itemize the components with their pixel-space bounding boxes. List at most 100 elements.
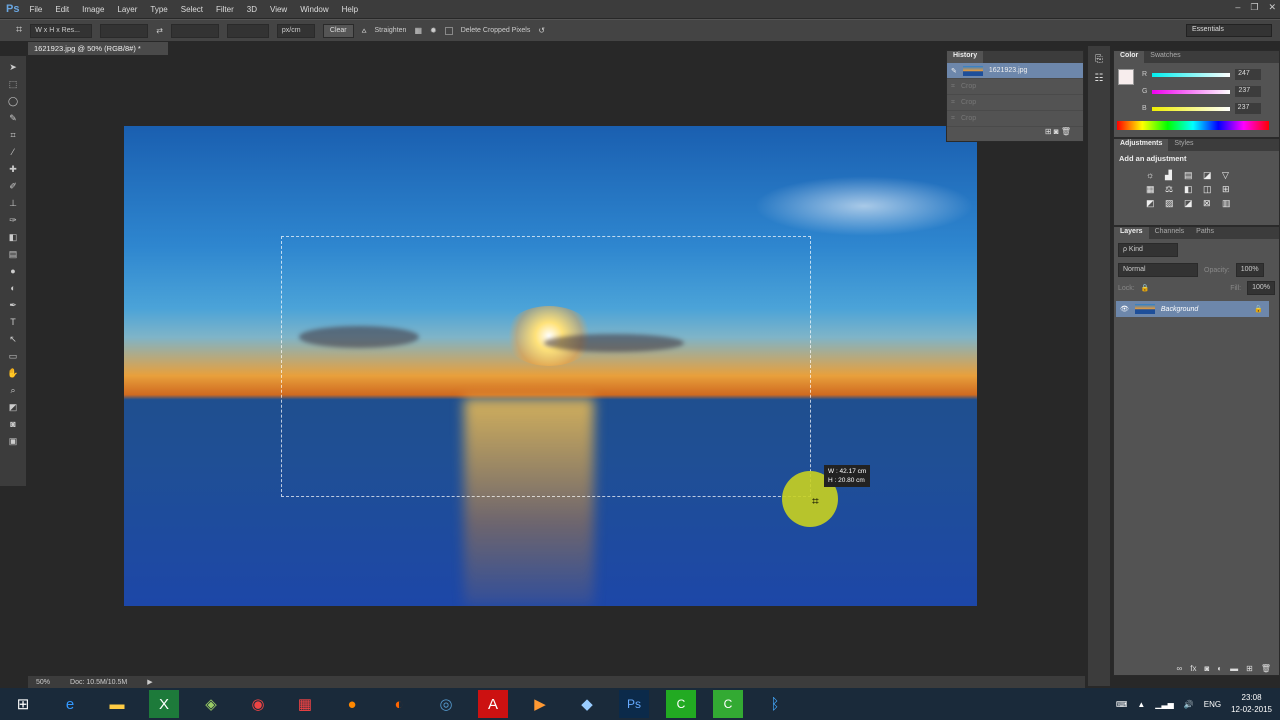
move-tool-icon[interactable]: ➤	[9, 60, 17, 74]
menu-3d[interactable]: 3D	[247, 5, 257, 14]
hue-saturation-icon[interactable]: ▦	[1146, 184, 1162, 195]
chrome-icon[interactable]: ◉	[243, 690, 273, 718]
acrobat-icon[interactable]: A	[478, 690, 508, 718]
zoom-tool-icon[interactable]: ⌕	[10, 383, 15, 397]
photoshop-taskbar-icon[interactable]: Ps	[619, 690, 649, 718]
tab-layers[interactable]: Layers	[1114, 227, 1149, 239]
type-tool-icon[interactable]: T	[10, 315, 16, 329]
width-input[interactable]	[100, 23, 149, 38]
folder-icon[interactable]: ▬	[1230, 664, 1238, 673]
start-icon[interactable]: ⊞	[8, 690, 38, 718]
properties-dock-icon[interactable]: ☷	[1088, 73, 1110, 84]
straighten-button[interactable]: Straighten	[375, 27, 407, 34]
color-balance-icon[interactable]: ⚖	[1165, 184, 1181, 195]
reset-icon[interactable]: ↺	[538, 26, 545, 35]
posterize-icon[interactable]: ▨	[1165, 198, 1181, 209]
eraser-tool-icon[interactable]: ◧	[9, 230, 18, 244]
app-icon[interactable]: ◈	[196, 690, 226, 718]
document-tab[interactable]: 1621923.jpg @ 50% (RGB/8#) *	[28, 42, 168, 55]
menu-view[interactable]: View	[270, 5, 287, 14]
resolution-input[interactable]	[226, 23, 269, 38]
height-input[interactable]	[170, 23, 219, 38]
tab-history[interactable]: History	[947, 51, 984, 63]
gradient-map-icon[interactable]: ⊠	[1203, 198, 1219, 209]
levels-icon[interactable]: ▟	[1165, 170, 1181, 181]
trash-icon[interactable]: 🗑	[1061, 127, 1071, 136]
clock[interactable]: 23:08 12-02-2015	[1231, 692, 1272, 716]
selective-color-icon[interactable]: ▥	[1222, 198, 1238, 209]
maximize-icon[interactable]: ❐	[1250, 2, 1258, 13]
marquee-tool-icon[interactable]: ⬚	[9, 77, 18, 91]
pen-tool-icon[interactable]: ✒	[9, 298, 17, 312]
excel-icon[interactable]: X	[149, 690, 179, 718]
zoom-level[interactable]: 50%	[36, 679, 50, 686]
menu-layer[interactable]: Layer	[117, 5, 137, 14]
exposure-icon[interactable]: ◪	[1203, 170, 1219, 181]
crop-tool-icon[interactable]: ⌗	[16, 24, 22, 37]
mask-icon[interactable]: ◙	[1204, 664, 1209, 673]
tab-channels[interactable]: Channels	[1149, 227, 1191, 239]
volume-icon[interactable]: 🔊	[1184, 700, 1194, 709]
curves-icon[interactable]: ▤	[1184, 170, 1200, 181]
stamp-tool-icon[interactable]: ⊥	[9, 196, 17, 210]
vibrance-icon[interactable]: ▽	[1222, 170, 1238, 181]
minimize-icon[interactable]: –	[1235, 2, 1240, 13]
quick-select-tool-icon[interactable]: ✎	[9, 111, 17, 125]
keyboard-icon[interactable]: ⌨	[1116, 700, 1128, 709]
workspace-select[interactable]: Essentials	[1186, 24, 1272, 37]
r-value[interactable]: 247	[1235, 69, 1262, 80]
clear-button[interactable]: Clear	[322, 23, 354, 38]
quick-mask-icon[interactable]: ◙	[10, 417, 15, 431]
lasso-tool-icon[interactable]: ◯	[8, 94, 18, 108]
blend-mode-select[interactable]: Normal	[1118, 263, 1198, 277]
media-icon[interactable]: ▶	[525, 690, 555, 718]
lock-icon[interactable]: 🔒	[1141, 284, 1150, 292]
document-canvas[interactable]: ⌗ W : 42.17 cm H : 20.80 cm	[124, 126, 977, 606]
g-value[interactable]: 237	[1235, 86, 1262, 97]
menu-filter[interactable]: Filter	[216, 5, 234, 14]
g-slider[interactable]	[1152, 89, 1231, 94]
close-icon[interactable]: ✕	[1268, 2, 1276, 13]
menu-select[interactable]: Select	[181, 5, 203, 14]
b-value[interactable]: 237	[1234, 103, 1261, 114]
menu-edit[interactable]: Edit	[55, 5, 69, 14]
gradient-tool-icon[interactable]: ▤	[9, 247, 18, 261]
history-brush-icon[interactable]: ✑	[9, 213, 17, 227]
new-document-icon[interactable]: ⊞	[1045, 127, 1052, 136]
delete-cropped-checkbox[interactable]	[444, 26, 453, 35]
history-item[interactable]: ⌗ Crop	[947, 79, 1083, 95]
bluetooth-icon[interactable]: ᛒ	[760, 690, 790, 718]
healing-tool-icon[interactable]: ✚	[9, 162, 17, 176]
color-spectrum[interactable]	[1117, 121, 1269, 130]
menu-file[interactable]: File	[29, 5, 42, 14]
history-snapshot[interactable]: ✎ 1621923.jpg	[947, 63, 1083, 79]
overlay-grid-icon[interactable]: ▦	[414, 26, 422, 35]
ie-icon[interactable]: e	[55, 690, 85, 718]
signal-icon[interactable]: ▁▃▅	[1155, 700, 1173, 709]
b-slider[interactable]	[1151, 106, 1230, 111]
camtasia-icon[interactable]: C	[666, 690, 696, 718]
gear-icon[interactable]: ✹	[430, 26, 437, 35]
dodge-tool-icon[interactable]: ◐	[10, 281, 15, 295]
explorer-icon[interactable]: ▬	[102, 690, 132, 718]
app-icon[interactable]: ◎	[431, 690, 461, 718]
brightness-icon[interactable]: ☼	[1146, 170, 1162, 181]
black-white-icon[interactable]: ◧	[1184, 184, 1200, 195]
layer-row-background[interactable]: 👁 Background 🔒	[1116, 301, 1269, 317]
firefox-icon[interactable]: ●	[337, 690, 367, 718]
history-item[interactable]: ⌗ Crop	[947, 111, 1083, 127]
eyedropper-tool-icon[interactable]: ⁄	[12, 145, 14, 159]
tab-styles[interactable]: Styles	[1168, 139, 1199, 151]
photo-filter-icon[interactable]: ◫	[1203, 184, 1219, 195]
layer-filter-kind[interactable]: ρ Kind	[1118, 243, 1178, 257]
menu-image[interactable]: Image	[82, 5, 104, 14]
screen-mode-icon[interactable]: ▣	[9, 434, 18, 448]
ratio-select[interactable]: W x H x Res...	[30, 23, 93, 38]
show-hidden-icon[interactable]: ▲	[1137, 700, 1145, 709]
history-dock-icon[interactable]: ⎘	[1088, 54, 1110, 65]
eye-icon[interactable]: 👁	[1120, 305, 1129, 313]
unit-select[interactable]: px/cm	[276, 23, 315, 38]
menu-help[interactable]: Help	[342, 5, 358, 14]
menu-type[interactable]: Type	[150, 5, 167, 14]
app-icon[interactable]: ◆	[572, 690, 602, 718]
